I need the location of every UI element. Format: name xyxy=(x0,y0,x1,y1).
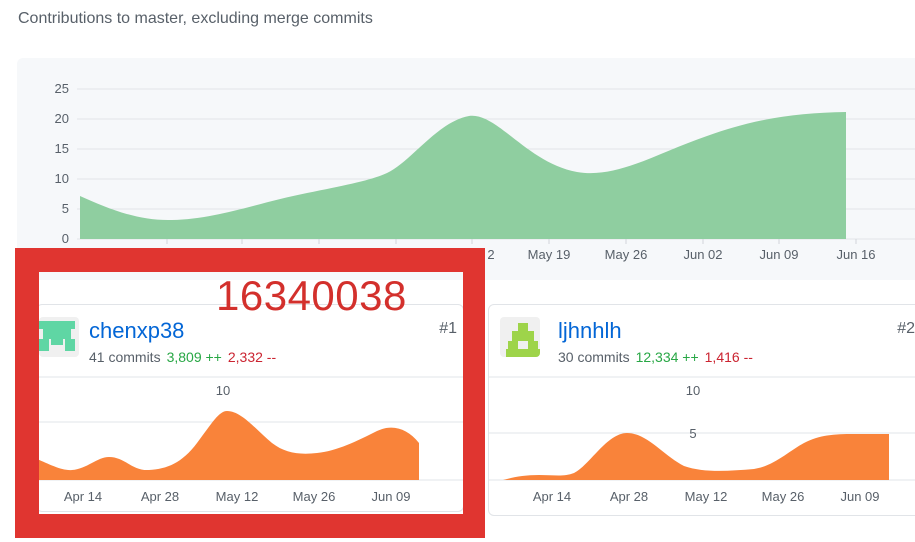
x-tick-label: Jun 02 xyxy=(683,247,722,262)
contributor-username-link[interactable]: ljhnhlh xyxy=(558,318,622,344)
avatar[interactable] xyxy=(500,317,540,357)
contributor-mini-chart: 10 5 Apr 14 Apr 28 May 12 May 26 Jun 09 xyxy=(489,376,915,504)
commit-count-link[interactable]: 30 commits xyxy=(558,349,630,365)
annotation-label: 16340038 xyxy=(216,272,407,319)
y-tick-label: 15 xyxy=(55,141,69,156)
x-tick-label: Jun 09 xyxy=(840,489,879,504)
y-tick-label: 5 xyxy=(689,426,696,441)
page-subtitle: Contributions to master, excluding merge… xyxy=(18,10,373,27)
x-tick-label: Jun 16 xyxy=(836,247,875,262)
contributor-card: ljhnhlh 30 commits 12,334 ++ 1,416 -- #2 1… xyxy=(488,304,915,516)
x-tick-label: May 26 xyxy=(605,247,648,262)
y-tick-label: 5 xyxy=(62,201,69,216)
y-tick-label: 10 xyxy=(686,383,700,398)
identicon-green-icon xyxy=(500,317,540,357)
contributor-stats: 30 commits 12,334 ++ 1,416 -- xyxy=(558,349,753,365)
y-tick-label: 25 xyxy=(55,81,69,96)
y-tick-label: 0 xyxy=(62,231,69,246)
y-tick-label: 20 xyxy=(55,111,69,126)
x-tick-label: Jun 09 xyxy=(759,247,798,262)
contributions-chart-svg: 25 20 15 10 5 0 2 May 19 May 26 Jun 02 J… xyxy=(55,81,915,262)
contributions-chart: 25 20 15 10 5 0 2 May 19 May 26 Jun 02 J… xyxy=(17,58,915,280)
deletions-count: 1,416 -- xyxy=(704,349,753,365)
x-tick-label: Apr 28 xyxy=(610,489,648,504)
main-chart-area xyxy=(80,112,846,239)
x-tick-label: May 19 xyxy=(528,247,571,262)
x-tick-label: May 26 xyxy=(762,489,805,504)
y-tick-label: 10 xyxy=(55,171,69,186)
x-tick-label: May 12 xyxy=(685,489,728,504)
x-tick-label: 2 xyxy=(487,247,494,262)
x-tick-label: Apr 14 xyxy=(533,489,571,504)
additions-count: 12,334 ++ xyxy=(635,349,699,365)
contributor-card-header: ljhnhlh 30 commits 12,334 ++ 1,416 -- #2 xyxy=(489,305,915,371)
rank-label: #2 xyxy=(897,320,915,337)
